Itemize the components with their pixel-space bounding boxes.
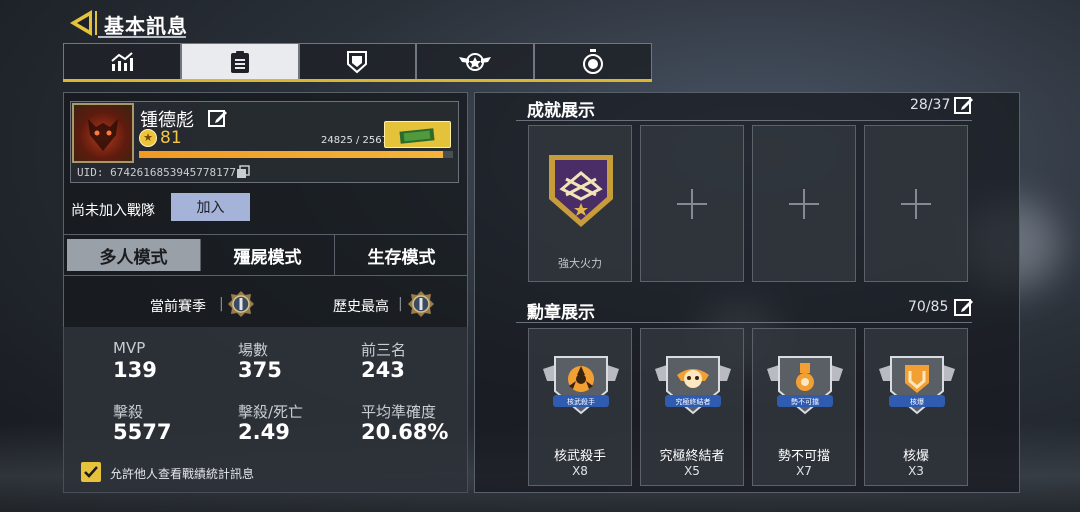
clan-status-label: 尚未加入戰隊 [71,203,155,219]
achievements-title: 成就展示 [527,101,595,121]
achievement-slot-empty[interactable] [640,125,744,282]
section-divider [516,120,972,121]
mvp-value: 139 [113,358,157,382]
medal-count: X8 [572,464,588,478]
kills-value: 5577 [113,420,172,444]
medals-count: 70/85 [908,299,949,315]
accuracy-value: 20.68% [361,420,449,444]
medal-banner: 核爆 [910,397,924,406]
xp-progress-fill [139,151,443,158]
matches-label: 場數 [238,341,269,359]
trend-chart-icon [111,52,133,71]
medal-count: X3 [908,464,924,478]
medals-title: 勳章展示 [527,303,595,323]
back-button[interactable] [68,8,98,38]
xp-progress-bar [139,151,453,158]
nuke-killer-medal-icon: 核武殺手 [543,356,619,415]
plus-icon [901,188,931,219]
privacy-label: 允許他人查看戰績統計訊息 [110,467,255,481]
tab-accent-bar [63,79,652,82]
medal-name: 究極終結者 [659,449,725,464]
privacy-checkbox[interactable] [81,462,101,482]
winged-badge-icon [459,53,492,71]
tab-zombies[interactable]: 殭屍模式 [201,235,335,275]
medal-count: X7 [796,464,812,478]
edit-achievements-icon[interactable] [954,95,974,119]
section-divider [516,322,972,323]
avatar[interactable] [72,103,134,163]
medal-name: 核武殺手 [553,449,606,464]
player-uid: UID: 6742616853945778177 [77,166,236,179]
medal-banner: 核武殺手 [567,397,595,406]
ultimate-terminator-medal-icon: 究極終結者 [655,356,731,415]
mode-tabs: 多人模式 殭屍模式 生存模式 [63,234,468,276]
title-underline [98,36,186,38]
nuke-medal-icon: 核爆 [879,356,955,415]
achievement-slot-empty[interactable] [864,125,968,282]
edit-name-icon[interactable] [208,108,228,132]
best-rank-icon[interactable] [407,290,435,318]
kills-label: 擊殺 [113,403,144,421]
ticket-icon [398,127,435,144]
xp-card-button[interactable] [384,121,451,148]
accuracy-label: 平均準確度 [361,403,437,421]
best-season-label: 歷史最高 [333,299,389,315]
unstoppable-medal-icon: 勢不可擋 [767,356,843,415]
kd-label: 擊殺/死亡 [238,403,304,421]
divider: | [219,296,224,312]
copy-uid-icon[interactable] [236,164,250,183]
medal-slot[interactable]: 究極終結者 究極終結者 X5 [640,328,744,486]
tab-badges[interactable] [416,43,535,81]
stopwatch-icon [583,49,604,74]
join-clan-button[interactable]: 加入 [171,193,250,221]
current-rank-icon[interactable] [227,290,255,318]
medal-slot[interactable]: 核武殺手 核武殺手 X8 [528,328,632,486]
tab-stats[interactable] [63,43,181,81]
checkmark-icon [84,466,98,478]
medal-banner: 勢不可擋 [791,397,819,406]
top3-label: 前三名 [361,341,407,359]
medal-banner: 究極終結者 [676,397,711,406]
medal-count: X5 [684,464,700,478]
player-level: 81 [160,128,182,148]
tab-survival[interactable]: 生存模式 [335,235,468,275]
plus-icon [789,188,819,219]
tab-timer[interactable] [534,43,652,81]
tab-multiplayer[interactable]: 多人模式 [67,239,201,271]
medal-slot[interactable]: 核爆 核爆 X3 [864,328,968,486]
edit-medals-icon[interactable] [954,297,974,321]
plus-icon [677,188,707,219]
tab-emblem[interactable] [298,43,417,81]
matches-value: 375 [238,358,282,382]
medal-slot[interactable]: 勢不可擋 勢不可擋 X7 [752,328,856,486]
rank-star-icon: ★ [139,129,157,147]
medal-name: 勢不可擋 [777,449,830,464]
emblem-icon [347,51,368,74]
kd-value: 2.49 [238,420,290,444]
achievement-caption: 強大火力 [558,257,602,270]
achievement-slot[interactable]: 強大火力 [528,125,632,282]
top3-value: 243 [361,358,405,382]
divider: | [398,296,403,312]
tab-info[interactable] [180,43,299,81]
mvp-label: MVP [113,339,146,357]
clipboard-icon [230,51,249,73]
achievement-badge-icon [549,155,613,227]
achievement-slot-empty[interactable] [752,125,856,282]
achievements-count: 28/37 [910,97,951,113]
section-tabs [63,43,652,81]
season-rank-row: 當前賽季 | 歷史最高 | [63,284,468,326]
page-title: 基本訊息 [104,14,188,38]
current-season-label: 當前賽季 [150,299,206,315]
medal-name: 核爆 [902,449,929,464]
